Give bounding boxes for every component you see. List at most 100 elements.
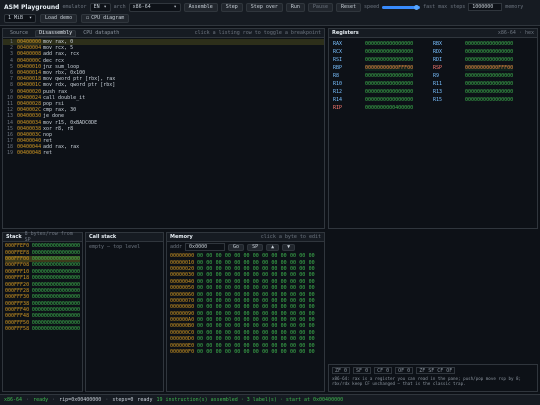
run-button[interactable]: Run [285,2,305,12]
memory-byte[interactable]: 00 [290,349,299,355]
memory-byte[interactable]: 00 [216,279,225,285]
memory-byte[interactable]: 00 [281,292,290,298]
memory-byte[interactable]: 00 [216,272,225,278]
load-demo-button[interactable]: Load demo [40,13,78,23]
memory-byte[interactable]: 00 [271,304,280,310]
memory-byte[interactable]: 00 [299,330,308,336]
register-r12[interactable]: R12 0000000000000000 [333,88,413,95]
memory-byte[interactable]: 00 [253,349,262,355]
memory-byte[interactable]: 00 [309,336,318,342]
memory-byte[interactable]: 00 [253,292,262,298]
memory-byte[interactable]: 00 [299,285,308,291]
memory-byte[interactable]: 00 [290,304,299,310]
memory-byte[interactable]: 00 [234,279,243,285]
memory-byte[interactable]: 00 [299,343,308,349]
memory-byte[interactable]: 00 [206,285,215,291]
pause-button[interactable]: Pause [307,2,333,12]
memory-byte[interactable]: 00 [262,304,271,310]
register-rax[interactable]: RAX 0000000000000000 [333,40,413,47]
register-r10[interactable]: R10 0000000000000000 [333,80,413,87]
memory-byte[interactable]: 00 [243,279,252,285]
memory-byte[interactable]: 00 [234,260,243,266]
memory-byte[interactable]: 00 [225,304,234,310]
memory-byte[interactable]: 00 [225,311,234,317]
register-r11[interactable]: R11 0000000000000000 [433,80,513,87]
scroll-up-button[interactable]: ▲ [266,243,280,251]
memory-byte[interactable]: 00 [243,260,252,266]
memory-byte[interactable]: 00 [262,285,271,291]
memory-byte[interactable]: 00 [309,292,318,298]
memory-byte[interactable]: 00 [290,266,299,272]
memory-byte[interactable]: 00 [290,292,299,298]
memory-byte[interactable]: 00 [271,311,280,317]
memory-byte[interactable]: 00 [216,285,225,291]
tab-disassembly[interactable]: Disassembly [35,29,77,37]
addr-input[interactable]: 0x0000 [185,243,226,251]
memory-byte[interactable]: 00 [309,304,318,310]
memory-byte[interactable]: 00 [262,317,271,323]
memory-byte[interactable]: 00 [225,343,234,349]
memory-byte[interactable]: 00 [290,317,299,323]
memory-byte[interactable]: 00 [299,349,308,355]
memory-byte[interactable]: 00 [271,266,280,272]
memory-byte[interactable]: 00 [216,336,225,342]
register-r9[interactable]: R9 0000000000000000 [433,72,513,79]
memory-byte[interactable]: 00 [262,279,271,285]
memory-byte[interactable]: 00 [197,304,206,310]
memory-byte[interactable]: 00 [262,323,271,329]
memory-byte[interactable]: 00 [225,349,234,355]
memory-byte[interactable]: 00 [197,336,206,342]
memory-byte[interactable]: 00 [243,304,252,310]
memory-byte[interactable]: 00 [271,292,280,298]
memory-byte[interactable]: 00 [281,272,290,278]
memory-byte[interactable]: 00 [197,317,206,323]
memory-byte[interactable]: 00 [234,336,243,342]
register-rsp[interactable]: RSP 00000000000FFF00 [433,64,514,71]
memory-byte[interactable]: 00 [299,311,308,317]
memory-size-select[interactable]: 1 MiB ▾ [4,13,36,23]
memory-byte[interactable]: 00 [299,323,308,329]
memory-byte[interactable]: 00 [243,292,252,298]
memory-byte[interactable]: 00 [243,311,252,317]
memory-byte[interactable]: 00 [197,298,206,304]
memory-byte[interactable]: 00 [234,349,243,355]
memory-byte[interactable]: 00 [262,260,271,266]
register-r15[interactable]: R15 0000000000000000 [433,96,513,103]
memory-byte[interactable]: 00 [281,260,290,266]
memory-byte[interactable]: 00 [234,253,243,259]
memory-byte[interactable]: 00 [262,298,271,304]
memory-byte[interactable]: 00 [299,260,308,266]
memory-byte[interactable]: 00 [271,330,280,336]
memory-byte[interactable]: 00 [299,279,308,285]
memory-byte[interactable]: 00 [243,323,252,329]
memory-byte[interactable]: 00 [216,253,225,259]
memory-byte[interactable]: 00 [299,317,308,323]
memory-byte[interactable]: 00 [281,304,290,310]
memory-byte[interactable]: 00 [262,266,271,272]
memory-byte[interactable]: 00 [253,253,262,259]
memory-byte[interactable]: 00 [225,330,234,336]
memory-byte[interactable]: 00 [243,349,252,355]
speed-slider[interactable] [382,4,421,10]
memory-byte[interactable]: 00 [225,260,234,266]
memory-byte[interactable]: 00 [309,343,318,349]
register-r8[interactable]: R8 0000000000000000 [333,72,413,79]
speed-slider-thumb[interactable] [414,4,420,10]
memory-byte[interactable]: 00 [271,298,280,304]
memory-byte[interactable]: 00 [281,317,290,323]
memory-byte[interactable]: 00 [206,349,215,355]
memory-byte[interactable]: 00 [281,349,290,355]
step-button[interactable]: Step [220,2,243,12]
memory-byte[interactable]: 00 [206,343,215,349]
memory-byte[interactable]: 00 [206,292,215,298]
memory-byte[interactable]: 00 [216,317,225,323]
memory-byte[interactable]: 00 [262,343,271,349]
memory-byte[interactable]: 00 [290,260,299,266]
memory-byte[interactable]: 00 [206,304,215,310]
memory-byte[interactable]: 00 [234,317,243,323]
memory-byte[interactable]: 00 [281,336,290,342]
memory-byte[interactable]: 00 [253,285,262,291]
memory-byte[interactable]: 00 [225,272,234,278]
memory-byte[interactable]: 00 [309,253,318,259]
memory-byte[interactable]: 00 [243,272,252,278]
